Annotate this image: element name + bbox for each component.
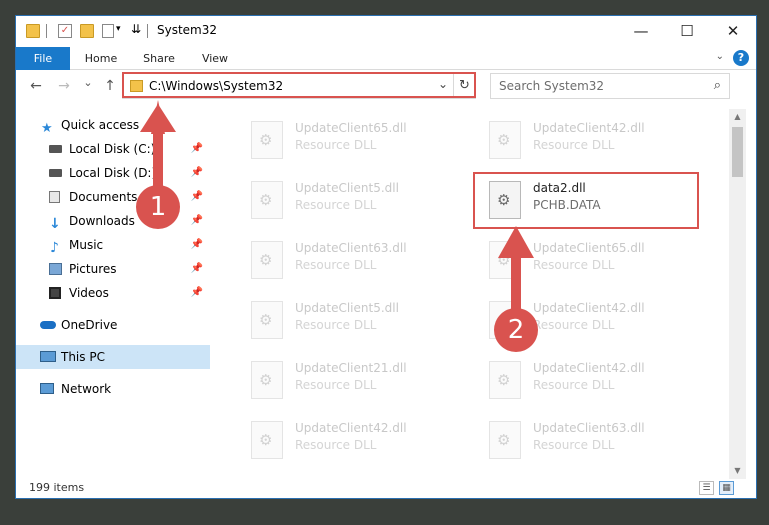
step-2-badge: 2 (494, 308, 538, 352)
arrow-2-head-icon (498, 226, 534, 258)
arrow-1-shaft (153, 130, 163, 190)
arrow-2-shaft (511, 254, 521, 314)
arrow-1-head-outer-icon (140, 104, 176, 132)
annotation-arrows (140, 100, 534, 314)
step-1-badge: 1 (136, 185, 180, 229)
